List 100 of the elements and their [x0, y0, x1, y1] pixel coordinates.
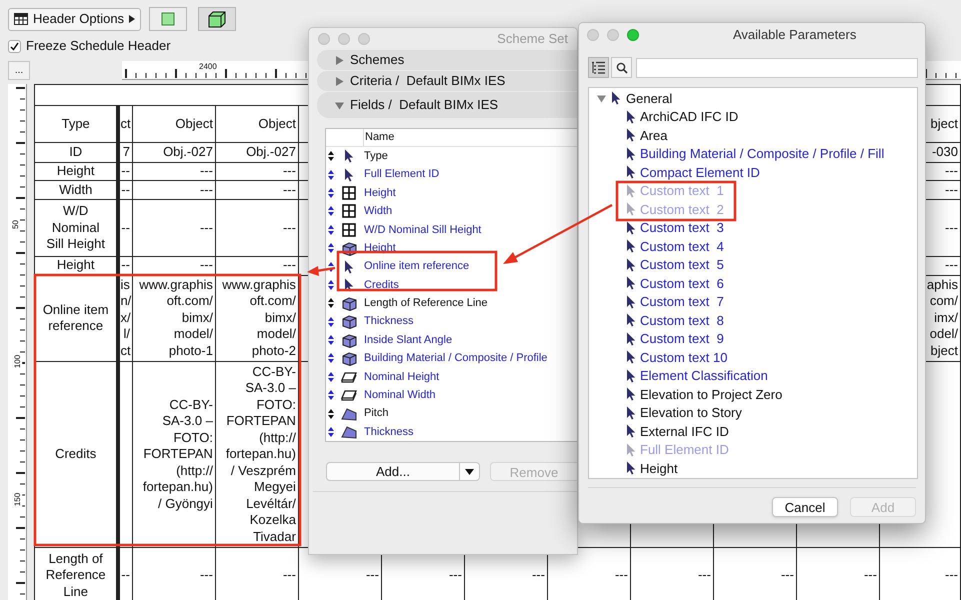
- cancel-button[interactable]: Cancel: [772, 497, 838, 517]
- pointer-icon: [611, 91, 621, 106]
- parameter-item[interactable]: Custom text 10: [626, 348, 728, 366]
- table-cell: Object: [132, 106, 216, 142]
- header-options-button[interactable]: Header Options: [8, 8, 142, 30]
- sort-arrows-icon: [328, 427, 334, 438]
- disclosure-triangle-icon[interactable]: [335, 56, 344, 64]
- box-icon: [342, 350, 356, 366]
- field-item[interactable]: Nominal Width: [326, 386, 577, 404]
- table-cell: Obj.-027: [215, 142, 298, 162]
- pointer-icon: [626, 387, 636, 402]
- tree-group[interactable]: General: [589, 89, 672, 108]
- parameter-item[interactable]: ArchiCAD IFC ID: [626, 108, 738, 126]
- table-cell: ---: [132, 548, 216, 600]
- pointer-icon: [626, 332, 636, 346]
- disclosure-triangle-icon[interactable]: [597, 94, 606, 103]
- pointer-icon: [626, 313, 636, 328]
- ruler-label: 100: [13, 354, 22, 370]
- slab-icon: [341, 370, 357, 383]
- field-item[interactable]: W/D Nominal Sill Height: [326, 220, 577, 239]
- parameter-item[interactable]: Elevation to Project Zero: [626, 385, 782, 404]
- parameter-item[interactable]: Elevation to Story: [626, 404, 742, 422]
- table-cell: Obj.-027: [132, 142, 216, 162]
- parameter-item[interactable]: Compact Element ID: [626, 163, 760, 182]
- checkbox[interactable]: [8, 40, 21, 52]
- parameter-item[interactable]: Area: [626, 126, 668, 144]
- arrow: [307, 266, 336, 276]
- box-button[interactable]: [198, 7, 236, 31]
- sort-arrows-icon: [328, 316, 334, 327]
- pointer-icon: [626, 258, 636, 272]
- field-item[interactable]: Credits: [326, 276, 577, 294]
- add-button[interactable]: Add...: [326, 462, 480, 481]
- table-icon: [14, 13, 28, 25]
- pointer-icon: [626, 368, 636, 383]
- pointer-icon: [344, 260, 354, 274]
- pointer-icon: [344, 149, 354, 164]
- field-item[interactable]: Type: [326, 147, 577, 166]
- parameter-item[interactable]: Custom text 7: [626, 292, 724, 311]
- tree-view-button[interactable]: [588, 57, 609, 78]
- column-header: Name: [363, 129, 394, 146]
- sort-arrows-icon: [328, 188, 334, 198]
- search-button[interactable]: [611, 57, 632, 78]
- slab-icon: [341, 389, 357, 402]
- section-header[interactable]: Fields / Default BIMx IES: [317, 92, 577, 118]
- caret-icon: [129, 15, 136, 23]
- parameter-item[interactable]: Custom text 3: [626, 218, 724, 237]
- disclosure-triangle-icon[interactable]: [335, 100, 344, 110]
- frame-button[interactable]: [149, 7, 188, 31]
- pointer-icon: [626, 220, 636, 235]
- roof-icon: [341, 406, 357, 421]
- field-item[interactable]: Online item reference: [326, 257, 577, 276]
- parameter-item[interactable]: External IFC ID: [626, 422, 729, 440]
- field-item[interactable]: Width: [326, 202, 577, 221]
- ruler-label: 2400: [198, 62, 218, 71]
- parameter-item[interactable]: Element Classification: [626, 366, 768, 385]
- field-item[interactable]: Height: [326, 184, 577, 202]
- parameter-item[interactable]: Custom text 9: [626, 330, 724, 348]
- pointer-icon: [344, 168, 354, 182]
- disclosure-triangle-icon[interactable]: [335, 76, 344, 86]
- checkbox-label: Freeze Schedule Header: [26, 37, 171, 56]
- field-item[interactable]: Thickness: [326, 312, 577, 331]
- section-header[interactable]: Criteria / Default BIMx IES: [317, 71, 577, 91]
- field-item[interactable]: Building Material / Composite / Profile: [326, 349, 577, 368]
- sort-arrows-icon: [328, 372, 334, 382]
- row-header-cell: ID: [34, 142, 118, 162]
- pointer-icon: [626, 350, 636, 364]
- pointer-icon: [626, 128, 636, 142]
- field-item[interactable]: Length of Reference Line: [326, 294, 577, 313]
- pointer-icon: [626, 294, 636, 309]
- ruler-label: 150: [13, 492, 22, 508]
- corner-button[interactable]: ...: [8, 61, 30, 80]
- cube-icon: [207, 10, 228, 28]
- pointer-icon: [626, 424, 636, 438]
- field-item[interactable]: Thickness: [326, 422, 577, 441]
- table-cell: www.graphis oft.com/ bimx/ model/ photo-2: [215, 275, 298, 362]
- pointer-icon: [626, 184, 636, 198]
- parameter-item[interactable]: Custom text 5: [626, 256, 724, 274]
- section-header[interactable]: Schemes: [317, 50, 577, 70]
- parameter-item[interactable]: Height: [626, 459, 678, 478]
- pointer-icon: [626, 146, 636, 161]
- table-cell: CC-BY- SA-3.0 – FOTO: FORTEPAN (http:// fortepan.hu) / Veszprém Megyei Levéltár/ Kozelka Tivadar: [215, 361, 298, 548]
- parameter-item[interactable]: Custom text 8: [626, 311, 724, 330]
- search-icon: [616, 62, 628, 74]
- table-cell: ---: [215, 200, 298, 256]
- table-cell: ---: [215, 548, 298, 600]
- parameter-item[interactable]: Custom text 6: [626, 274, 724, 292]
- tree-list-icon: [591, 61, 606, 74]
- box-icon: [342, 314, 356, 330]
- parameter-item[interactable]: Custom text 4: [626, 237, 724, 256]
- zoom-button[interactable]: [627, 29, 639, 41]
- grid-icon: [342, 186, 356, 200]
- field-item[interactable]: Pitch: [326, 404, 577, 423]
- row-header-cell: Height: [34, 162, 118, 180]
- field-item[interactable]: Nominal Height: [326, 368, 577, 386]
- search-field[interactable]: [636, 58, 918, 78]
- field-item[interactable]: Inside Slant Angle: [326, 330, 577, 350]
- field-item[interactable]: Height: [326, 238, 577, 258]
- sort-arrows-icon: [328, 243, 334, 254]
- field-item[interactable]: Full Element ID: [326, 165, 577, 184]
- row-header-cell: W/D Nominal Sill Height: [34, 200, 118, 256]
